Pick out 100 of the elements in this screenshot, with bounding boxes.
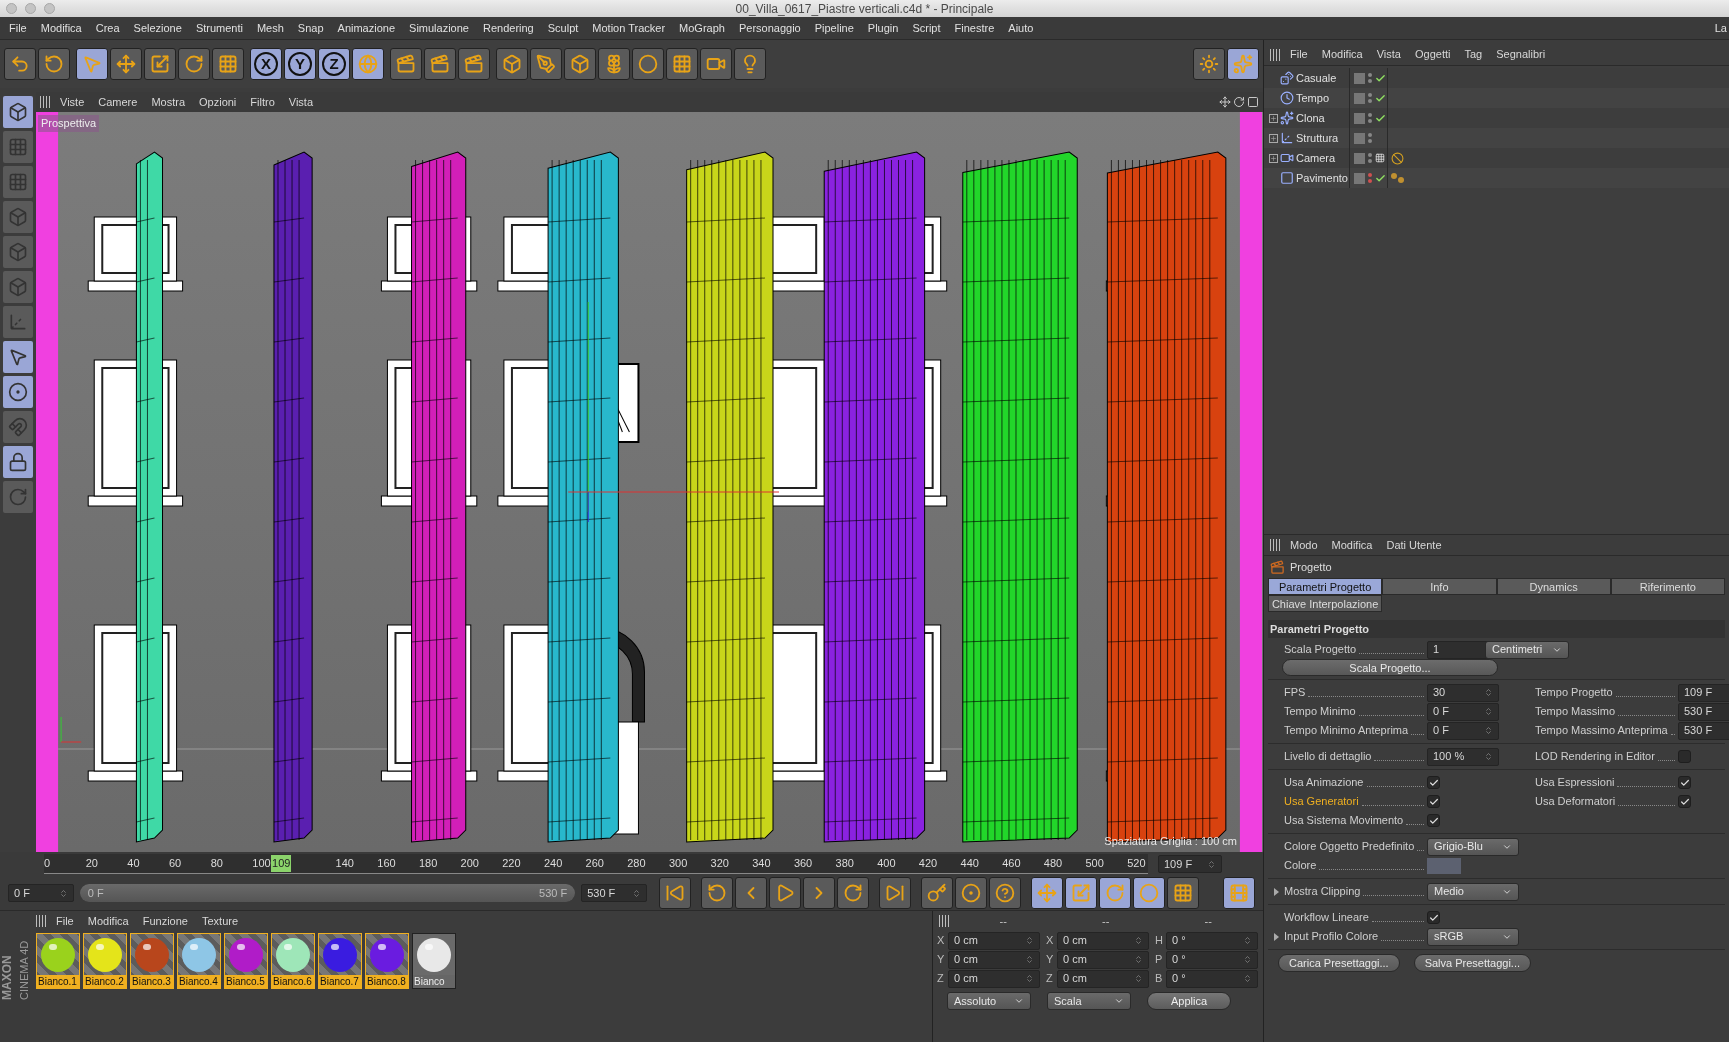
- checkbox[interactable]: [1678, 750, 1691, 763]
- material-thumbnail[interactable]: Bianco.8: [365, 933, 409, 989]
- scale-tool-button[interactable]: [144, 48, 176, 80]
- number-field[interactable]: 109 F: [1678, 683, 1729, 702]
- redo-button[interactable]: [38, 48, 70, 80]
- next-key-button[interactable]: [837, 877, 869, 909]
- light-button[interactable]: [734, 48, 766, 80]
- material-thumbnail[interactable]: Bianco: [412, 933, 456, 989]
- keyframe-selection-button[interactable]: [989, 877, 1021, 909]
- coordinate-field[interactable]: 0 °: [1166, 931, 1258, 950]
- number-field[interactable]: 100 %: [1427, 747, 1499, 766]
- attribute-tab[interactable]: Parametri Progetto: [1268, 578, 1383, 595]
- visibility-dots-icon[interactable]: [1368, 73, 1372, 83]
- menu-item[interactable]: File: [1284, 46, 1314, 63]
- current-frame-field[interactable]: 109 F: [1158, 855, 1222, 873]
- object-name[interactable]: Clona: [1296, 109, 1325, 127]
- visibility-dots-icon[interactable]: [1368, 93, 1372, 103]
- menu-item[interactable]: Modo: [1284, 536, 1324, 554]
- camera-button[interactable]: [700, 48, 732, 80]
- cube-button[interactable]: [496, 48, 528, 80]
- menu-item[interactable]: La: [1714, 19, 1727, 37]
- coordinate-field[interactable]: 0 cm: [1057, 969, 1149, 988]
- material-thumbnail[interactable]: Bianco.3: [130, 933, 174, 989]
- render-settings-button[interactable]: [458, 48, 490, 80]
- layer-icon[interactable]: [1354, 112, 1365, 124]
- attribute-tab[interactable]: Chiave Interpolazione: [1268, 595, 1383, 612]
- menu-item[interactable]: Personaggio: [731, 19, 808, 37]
- visibility-dots-icon[interactable]: [1368, 153, 1372, 163]
- coordinate-field[interactable]: 0 cm: [948, 931, 1040, 950]
- enabled-check-icon[interactable]: [1375, 112, 1386, 124]
- render-view-button[interactable]: [390, 48, 422, 80]
- menu-item[interactable]: File: [50, 912, 80, 930]
- key-points-button[interactable]: [1167, 877, 1199, 909]
- menu-item[interactable]: Animazione: [330, 19, 403, 37]
- menu-item[interactable]: Selezione: [126, 19, 189, 37]
- expand-arrow-icon[interactable]: [1273, 887, 1279, 896]
- attribute-tab[interactable]: Riferimento: [1610, 578, 1725, 595]
- previous-frame-button[interactable]: [735, 877, 767, 909]
- coordinate-mode-dropdown[interactable]: Assoluto: [947, 992, 1031, 1010]
- material-tag-icon[interactable]: [1391, 173, 1404, 183]
- menu-item[interactable]: Vista: [282, 93, 320, 111]
- menu-item[interactable]: MoGraph: [672, 19, 732, 37]
- menu-item[interactable]: Modifica: [1315, 46, 1369, 63]
- orbit-view-icon[interactable]: [1233, 96, 1245, 108]
- coordinate-mode-dropdown[interactable]: Scala: [1047, 992, 1131, 1010]
- menu-item[interactable]: Crea: [88, 19, 127, 37]
- menu-item[interactable]: Script: [905, 19, 948, 37]
- cloner-button[interactable]: [598, 48, 630, 80]
- enabled-check-icon[interactable]: [1375, 172, 1386, 184]
- material-thumbnail[interactable]: Bianco.4: [177, 933, 221, 989]
- expand-icon[interactable]: [1268, 133, 1278, 143]
- dropdown[interactable]: Grigio-Blu: [1427, 837, 1519, 856]
- layout-button[interactable]: [1193, 48, 1225, 80]
- key-position-button[interactable]: [1031, 877, 1063, 909]
- axis-lock-button[interactable]: X: [250, 48, 282, 80]
- maximize-view-icon[interactable]: [1247, 96, 1259, 108]
- menu-item[interactable]: Opzioni: [193, 93, 243, 111]
- render-picture-button[interactable]: [424, 48, 456, 80]
- expand-icon[interactable]: [1268, 113, 1278, 123]
- preset-button[interactable]: Salva Presettaggi...: [1413, 954, 1532, 972]
- menu-item[interactable]: Strumenti: [188, 19, 250, 37]
- layer-icon[interactable]: [1354, 152, 1365, 164]
- material-thumbnail[interactable]: Bianco.5: [224, 933, 268, 989]
- menu-item[interactable]: Texture: [195, 912, 245, 930]
- go-to-end-button[interactable]: [879, 877, 911, 909]
- subdivision-button[interactable]: [564, 48, 596, 80]
- number-field[interactable]: 0 F: [1427, 721, 1499, 740]
- checkbox[interactable]: [1427, 814, 1440, 827]
- material-thumbnail[interactable]: Bianco.6: [271, 933, 315, 989]
- coordinate-field[interactable]: 0 °: [1166, 969, 1258, 988]
- points-tool-button[interactable]: [212, 48, 244, 80]
- current-frame-marker[interactable]: 109: [271, 855, 292, 872]
- visibility-dots-icon[interactable]: [1368, 173, 1372, 183]
- number-field[interactable]: 0 F: [1427, 702, 1499, 721]
- deformer-button[interactable]: [632, 48, 664, 80]
- select-tool-button[interactable]: [76, 48, 108, 80]
- menu-item[interactable]: Camere: [92, 93, 144, 111]
- enabled-check-icon[interactable]: [1375, 72, 1386, 84]
- menu-item[interactable]: Funzione: [136, 912, 194, 930]
- menu-item[interactable]: Viste: [54, 93, 91, 111]
- previous-key-button[interactable]: [701, 877, 733, 909]
- apply-button[interactable]: Applica: [1147, 992, 1231, 1010]
- menu-item[interactable]: Simulazione: [402, 19, 476, 37]
- menu-item[interactable]: Vista: [1370, 46, 1407, 63]
- pan-view-icon[interactable]: [1219, 96, 1231, 108]
- object-name[interactable]: Pavimento: [1296, 169, 1348, 187]
- menu-item[interactable]: Plugin: [860, 19, 906, 37]
- end-frame-field[interactable]: 530 F: [581, 884, 647, 902]
- play-button[interactable]: [769, 877, 801, 909]
- menu-item[interactable]: Oggetti: [1408, 46, 1457, 63]
- checkbox[interactable]: [1427, 911, 1440, 924]
- floor-button[interactable]: [666, 48, 698, 80]
- object-name[interactable]: Struttura: [1296, 129, 1339, 147]
- menu-item[interactable]: Mesh: [249, 19, 291, 37]
- menu-item[interactable]: Dati Utente: [1380, 536, 1448, 554]
- number-field[interactable]: 30: [1427, 683, 1499, 702]
- key-rotation-button[interactable]: [1099, 877, 1131, 909]
- record-button[interactable]: [921, 877, 953, 909]
- unit-dropdown[interactable]: Centimetri: [1485, 640, 1569, 659]
- coordinate-system-button[interactable]: [352, 48, 384, 80]
